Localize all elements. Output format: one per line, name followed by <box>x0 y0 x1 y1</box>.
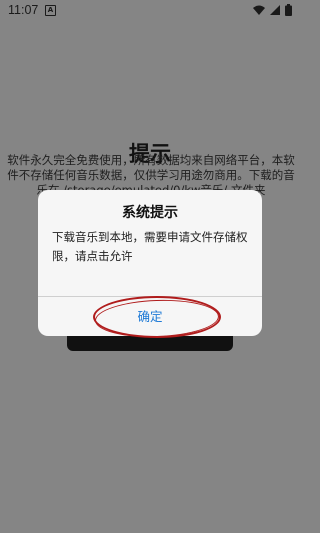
dialog-title: 系统提示 <box>122 205 178 221</box>
confirm-button[interactable]: 确定 <box>38 297 262 336</box>
dialog-message: 下载音乐到本地，需要申请文件存储权限，请点击允许 <box>52 230 248 263</box>
system-prompt-dialog: 系统提示 下载音乐到本地，需要申请文件存储权限，请点击允许 确定 <box>38 190 262 336</box>
confirm-button-label: 确定 <box>137 309 163 324</box>
signal-icon <box>270 5 280 15</box>
status-bar: 11:07 A <box>0 0 300 22</box>
battery-icon <box>285 4 292 16</box>
notification-icon: A <box>45 5 56 16</box>
status-icons <box>253 4 292 16</box>
wifi-icon <box>253 5 265 15</box>
status-time: 11:07 <box>8 3 39 17</box>
